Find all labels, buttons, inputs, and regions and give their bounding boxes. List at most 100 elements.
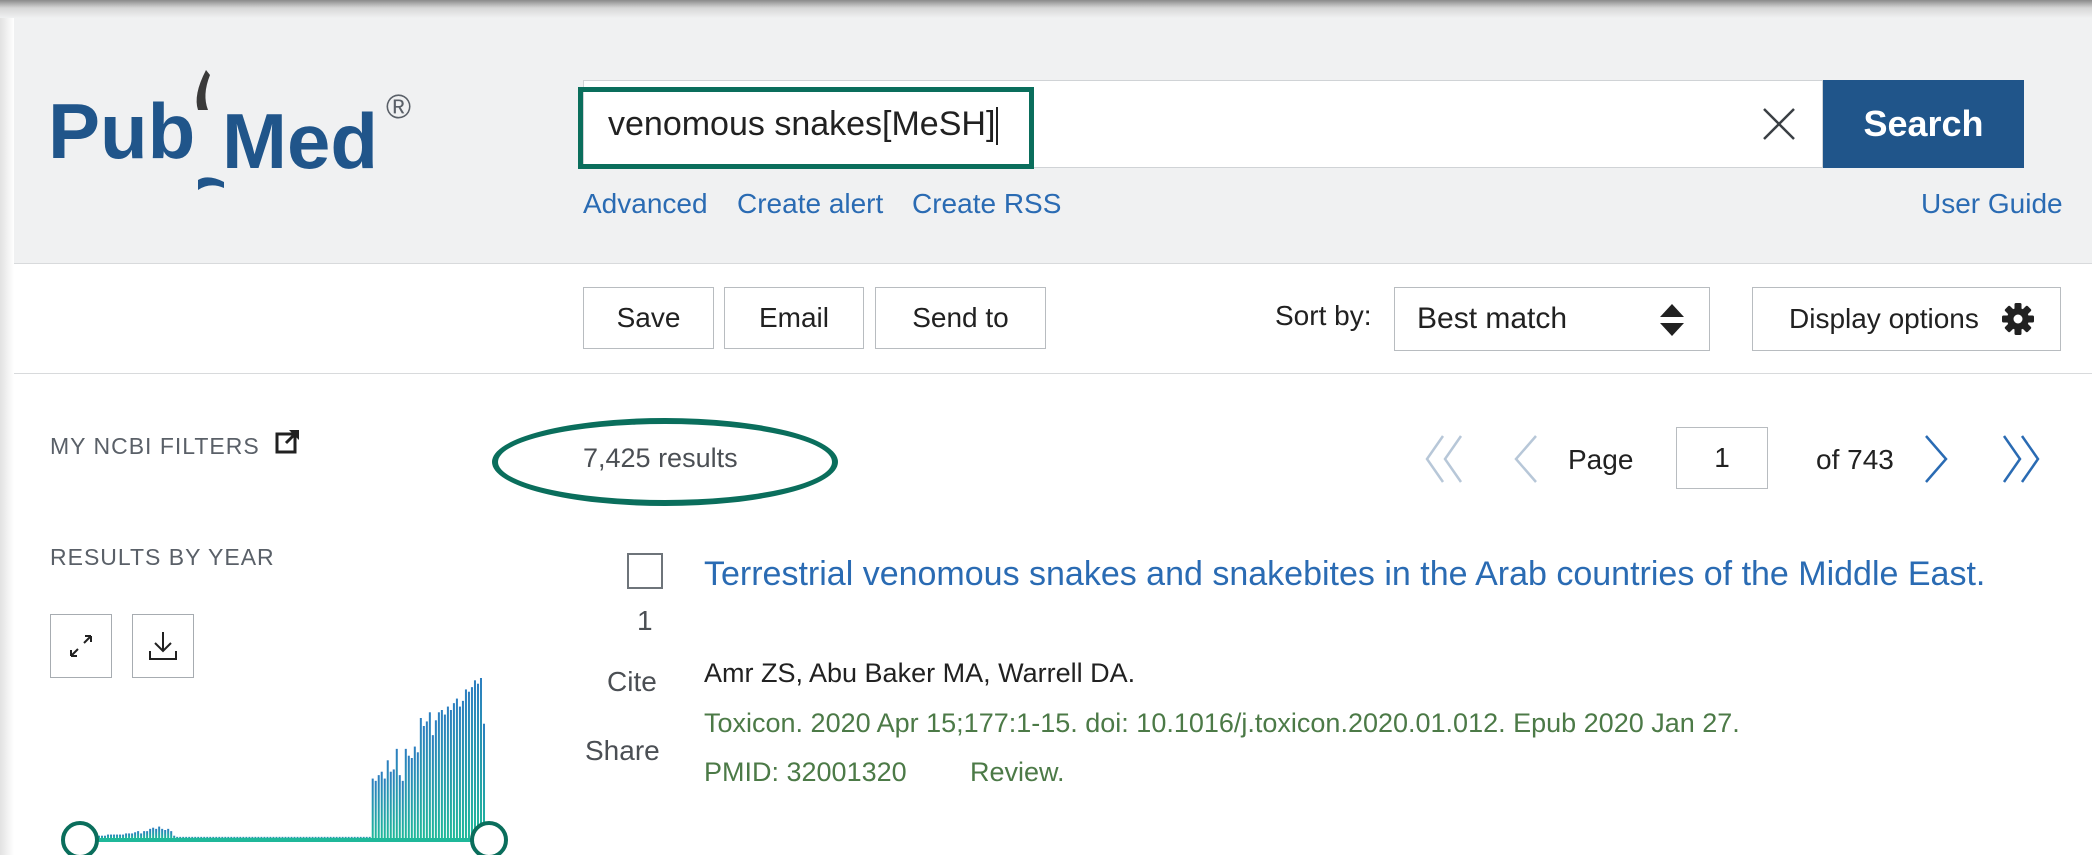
- histogram-bar: [170, 831, 173, 838]
- histogram-bar: [260, 836, 263, 838]
- result-checkbox[interactable]: [627, 553, 663, 589]
- page-number-input[interactable]: 1: [1676, 427, 1768, 489]
- histogram-bar: [143, 831, 146, 838]
- histogram-bar: [416, 752, 419, 838]
- histogram-bar: [233, 836, 236, 838]
- histogram-bar: [113, 834, 116, 838]
- histogram-bar: [128, 833, 131, 838]
- histogram-bar: [179, 836, 182, 838]
- save-button[interactable]: Save: [583, 287, 714, 349]
- share-button[interactable]: Share: [585, 735, 660, 767]
- histogram-bar: [389, 771, 392, 838]
- histogram-bar: [284, 836, 287, 838]
- histogram-bar: [425, 721, 428, 838]
- create-rss-link[interactable]: Create RSS: [912, 188, 1061, 220]
- timeline-range-start-handle[interactable]: [61, 821, 99, 855]
- histogram-bar: [314, 836, 317, 838]
- my-ncbi-filters-heading[interactable]: MY NCBI FILTERS: [50, 433, 260, 460]
- histogram-bar: [341, 836, 344, 838]
- logo-text-med: Med: [222, 97, 378, 185]
- histogram-bar: [182, 836, 185, 838]
- histogram-bar: [326, 836, 329, 838]
- histogram-bar: [317, 836, 320, 838]
- histogram-bar: [380, 771, 383, 838]
- histogram-bar: [185, 836, 188, 838]
- histogram-bar: [374, 780, 377, 838]
- email-button[interactable]: Email: [724, 287, 864, 349]
- first-page-icon[interactable]: [1423, 432, 1465, 486]
- histogram-bar: [446, 706, 449, 838]
- result-type: Review.: [970, 757, 1065, 787]
- histogram-bar: [302, 836, 305, 838]
- histogram-bar: [119, 834, 122, 838]
- histogram-bar: [461, 700, 464, 838]
- page-label: Page: [1568, 444, 1634, 475]
- histogram-bar: [356, 836, 359, 838]
- create-alert-link[interactable]: Create alert: [737, 188, 883, 220]
- results-by-year-chart[interactable]: [40, 610, 520, 855]
- histogram-bar: [236, 836, 239, 838]
- sort-select[interactable]: Best match: [1394, 287, 1710, 351]
- histogram-bar: [308, 836, 311, 838]
- advanced-search-link[interactable]: Advanced: [583, 188, 708, 220]
- histogram-bar: [338, 836, 341, 838]
- last-page-icon[interactable]: [2000, 432, 2042, 486]
- histogram-bar: [332, 836, 335, 838]
- histogram-bar: [458, 706, 461, 838]
- histogram-bar: [125, 833, 128, 838]
- histogram-bar: [161, 828, 164, 838]
- send-to-button[interactable]: Send to: [875, 287, 1046, 349]
- sort-select-value: Best match: [1417, 302, 1568, 335]
- user-guide-link[interactable]: User Guide: [1921, 188, 2063, 220]
- histogram-bars: [98, 678, 485, 838]
- window-left-edge: [0, 18, 14, 855]
- gear-icon: [2002, 303, 2034, 335]
- histogram-bar: [224, 836, 227, 838]
- histogram-bar: [140, 833, 143, 838]
- result-title-link[interactable]: Terrestrial venomous snakes and snakebit…: [704, 550, 2034, 599]
- histogram-bar: [152, 827, 155, 838]
- histogram-bar: [275, 836, 278, 838]
- histogram-bar: [215, 836, 218, 838]
- histogram-bar: [371, 778, 374, 838]
- logo-text-pub: Pub: [48, 87, 195, 175]
- histogram-bar: [305, 836, 308, 838]
- histogram-bar: [176, 836, 179, 838]
- histogram-bar: [350, 836, 353, 838]
- histogram-bar: [401, 780, 404, 838]
- pubmed-logo[interactable]: Pub Med ®: [48, 70, 428, 210]
- sort-by-label: Sort by:: [1275, 300, 1372, 331]
- histogram-bar: [365, 836, 368, 838]
- histogram-bar: [449, 710, 452, 838]
- histogram-bar: [272, 836, 275, 838]
- histogram-bar: [203, 836, 206, 838]
- histogram-bar: [290, 836, 293, 838]
- timeline-range-end-handle[interactable]: [470, 821, 508, 855]
- histogram-bar: [146, 831, 149, 838]
- histogram-bar: [194, 836, 197, 838]
- histogram-bar: [311, 836, 314, 838]
- search-input[interactable]: venomous snakes[MeSH]: [583, 80, 1823, 168]
- histogram-bar: [431, 735, 434, 838]
- search-query-text[interactable]: venomous snakes[MeSH]: [608, 81, 999, 167]
- total-pages: of 743: [1816, 444, 1894, 475]
- display-options-button[interactable]: Display options: [1752, 287, 2061, 351]
- cite-button[interactable]: Cite: [607, 666, 657, 698]
- histogram-bar: [329, 836, 332, 838]
- histogram-bar: [383, 778, 386, 838]
- external-link-icon[interactable]: [275, 428, 301, 454]
- prev-page-icon[interactable]: [1510, 432, 1540, 486]
- histogram-bar: [404, 748, 407, 838]
- histogram-bar: [239, 836, 242, 838]
- histogram-bar: [440, 710, 443, 838]
- next-page-icon[interactable]: [1922, 432, 1952, 486]
- result-authors: Amr ZS, Abu Baker MA, Warrell DA.: [704, 658, 1136, 688]
- histogram-bar: [362, 836, 365, 838]
- clear-search-button[interactable]: [1735, 80, 1823, 168]
- result-pmid: PMID: 32001320: [704, 757, 907, 787]
- histogram-bar: [164, 830, 167, 838]
- histogram-bar: [173, 835, 176, 838]
- histogram-bar: [407, 755, 410, 838]
- histogram-bar: [110, 834, 113, 838]
- search-button[interactable]: Search: [1823, 80, 2024, 168]
